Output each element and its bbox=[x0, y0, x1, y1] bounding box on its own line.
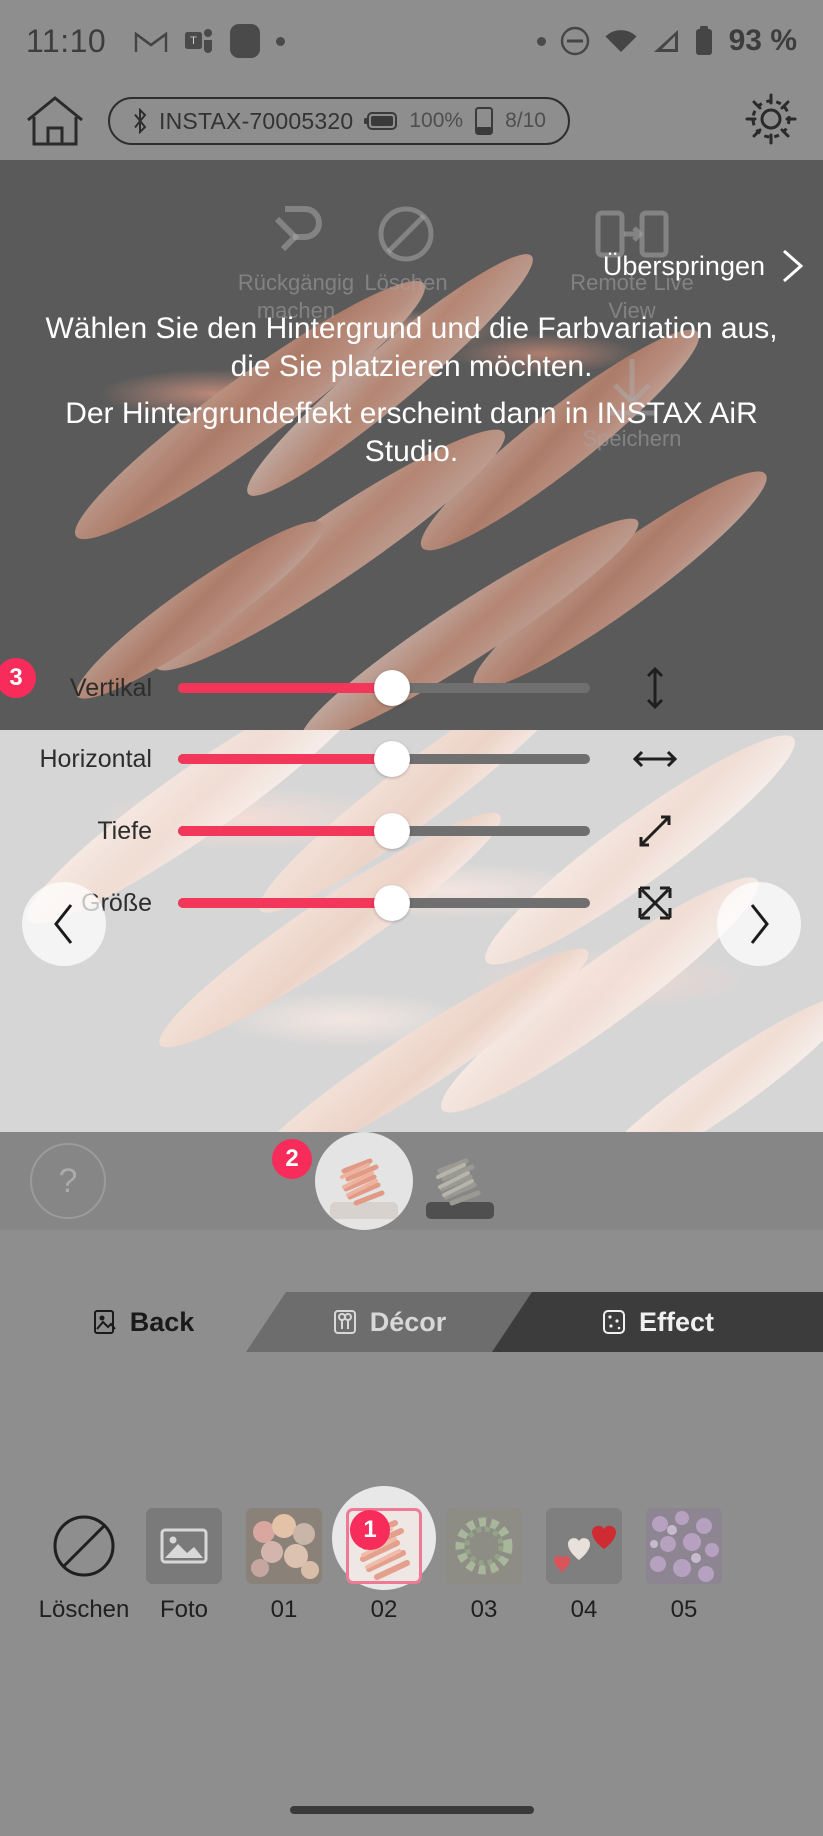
help-button[interactable]: ? bbox=[30, 1143, 106, 1219]
dnd-icon bbox=[560, 26, 589, 56]
home-icon[interactable] bbox=[24, 93, 86, 149]
filmstrip-item-foto[interactable]: Foto bbox=[134, 1508, 234, 1624]
question-mark-icon: ? bbox=[58, 1161, 78, 1200]
photo-icon bbox=[146, 1508, 222, 1584]
device-status-pill[interactable]: INSTAX-70005320 100% 8/10 bbox=[108, 97, 570, 145]
slider-label-horizontal: Horizontal bbox=[39, 744, 152, 773]
app-root: 11:10 T 93 % INSTAX-70005320 100% 8/10 R… bbox=[0, 0, 823, 1836]
step-badge-1: 1 bbox=[350, 1510, 390, 1550]
skip-tutorial-button[interactable]: Überspringen bbox=[603, 248, 805, 284]
slider-tiefe[interactable] bbox=[178, 813, 590, 849]
filmstrip-item-loeschen[interactable]: Löschen bbox=[34, 1508, 134, 1624]
filmstrip-label: 02 bbox=[370, 1596, 398, 1623]
home-indicator[interactable] bbox=[289, 1806, 534, 1814]
back-layer-icon bbox=[93, 1310, 116, 1334]
app-icon bbox=[230, 24, 261, 58]
filmstrip-item-04[interactable]: 04 bbox=[534, 1508, 634, 1624]
tab-back-label: Back bbox=[129, 1306, 195, 1337]
filmstrip-label: 01 bbox=[270, 1596, 298, 1623]
slider-fill bbox=[178, 683, 392, 693]
slider-row-vertikal: Vertikal bbox=[0, 658, 823, 718]
chevron-right-icon bbox=[783, 249, 804, 283]
settings-button[interactable] bbox=[743, 91, 799, 152]
tab-effect-label: Effect bbox=[638, 1306, 714, 1337]
tutorial-line-1: Wählen Sie den Hintergrund und die Farbv… bbox=[45, 312, 778, 383]
wreath-thumb bbox=[446, 1508, 522, 1584]
skip-label: Überspringen bbox=[602, 250, 765, 281]
gear-icon bbox=[745, 93, 797, 144]
tab-bar: Back Décor Effect bbox=[0, 1292, 823, 1352]
dot-icon bbox=[536, 36, 546, 46]
slider-vertikal[interactable] bbox=[178, 670, 590, 706]
filmstrip-label: 03 bbox=[470, 1596, 498, 1623]
arrows-vertical-icon[interactable] bbox=[632, 665, 678, 711]
color-variation-strip: ? bbox=[0, 1132, 823, 1230]
tab-decor[interactable]: Décor bbox=[246, 1292, 532, 1352]
device-name: INSTAX-70005320 bbox=[159, 107, 354, 134]
film-pack-icon bbox=[475, 107, 494, 135]
filmstrip-label: Foto bbox=[159, 1596, 209, 1623]
arrows-diagonal-icon[interactable] bbox=[632, 808, 678, 854]
variation-thumb-pink bbox=[329, 1158, 398, 1219]
status-time: 11:10 bbox=[26, 22, 107, 59]
slider-thumb[interactable] bbox=[374, 813, 410, 849]
filmstrip-label: 04 bbox=[570, 1596, 598, 1623]
slider-horizontal[interactable] bbox=[178, 741, 590, 777]
variation-item-gray[interactable] bbox=[425, 1147, 494, 1219]
slider-groesse[interactable] bbox=[178, 885, 590, 921]
status-notification-icons: T bbox=[134, 24, 286, 58]
slider-thumb[interactable] bbox=[374, 885, 410, 921]
app-header: INSTAX-70005320 100% 8/10 bbox=[0, 82, 823, 160]
tab-effect[interactable]: Effect bbox=[492, 1292, 823, 1352]
slider-thumb[interactable] bbox=[374, 670, 410, 706]
gmail-icon bbox=[135, 31, 168, 52]
variation-thumb-gray bbox=[425, 1158, 494, 1219]
slider-row-groesse: Größe bbox=[0, 873, 823, 933]
slider-fill bbox=[178, 898, 392, 908]
wifi-icon bbox=[605, 30, 637, 52]
tab-decor-label: Décor bbox=[369, 1306, 447, 1337]
decor-icon bbox=[333, 1310, 356, 1334]
slider-label-tiefe: Tiefe bbox=[97, 816, 152, 845]
battery-percent: 93 % bbox=[728, 24, 797, 57]
flowers-thumb bbox=[646, 1508, 722, 1584]
resize-icon[interactable] bbox=[632, 880, 678, 926]
filmstrip-item-03[interactable]: 03 bbox=[434, 1508, 534, 1624]
filmstrip-label: 05 bbox=[670, 1596, 698, 1623]
slider-row-tiefe: Tiefe bbox=[0, 801, 823, 861]
slider-fill bbox=[178, 754, 392, 764]
signal-icon bbox=[653, 30, 678, 52]
battery-icon bbox=[695, 26, 712, 55]
dot-icon bbox=[276, 36, 286, 46]
teams-icon: T bbox=[185, 29, 213, 53]
bluetooth-icon bbox=[134, 108, 147, 134]
prev-background-button[interactable] bbox=[22, 882, 106, 966]
no-entry-icon bbox=[46, 1508, 122, 1584]
device-battery-percent: 100% bbox=[409, 109, 464, 132]
hearts-thumb bbox=[546, 1508, 622, 1584]
chevron-right-icon bbox=[750, 904, 769, 944]
battery-icon bbox=[364, 112, 398, 130]
filmstrip-label: Löschen bbox=[38, 1596, 130, 1623]
tutorial-line-2: Der Hintergrundeffekt erscheint dann in … bbox=[65, 397, 758, 468]
step-badge-2: 2 bbox=[272, 1139, 312, 1179]
background-filmstrip[interactable]: Löschen Foto 01 02 03 04 05 bbox=[0, 1486, 823, 1658]
tutorial-overlay[interactable]: Überspringen Wählen Sie den Hintergrund … bbox=[0, 160, 823, 730]
balloons-thumb bbox=[246, 1508, 322, 1584]
effect-icon bbox=[602, 1310, 625, 1334]
tab-back[interactable]: Back bbox=[0, 1292, 286, 1352]
filmstrip-item-01[interactable]: 01 bbox=[234, 1508, 334, 1624]
status-bar: 11:10 T 93 % bbox=[0, 0, 823, 82]
arrows-horizontal-icon[interactable] bbox=[632, 736, 678, 782]
filmstrip-item-05[interactable]: 05 bbox=[634, 1508, 734, 1624]
variation-item-pink[interactable] bbox=[314, 1132, 413, 1230]
slider-row-horizontal: Horizontal bbox=[0, 729, 823, 789]
status-system-icons: 93 % bbox=[536, 24, 797, 58]
slider-fill bbox=[178, 826, 392, 836]
chevron-left-icon bbox=[54, 904, 73, 944]
svg-text:T: T bbox=[190, 35, 197, 47]
film-count: 8/10 bbox=[505, 109, 546, 132]
next-background-button[interactable] bbox=[717, 882, 801, 966]
slider-thumb[interactable] bbox=[374, 741, 410, 777]
